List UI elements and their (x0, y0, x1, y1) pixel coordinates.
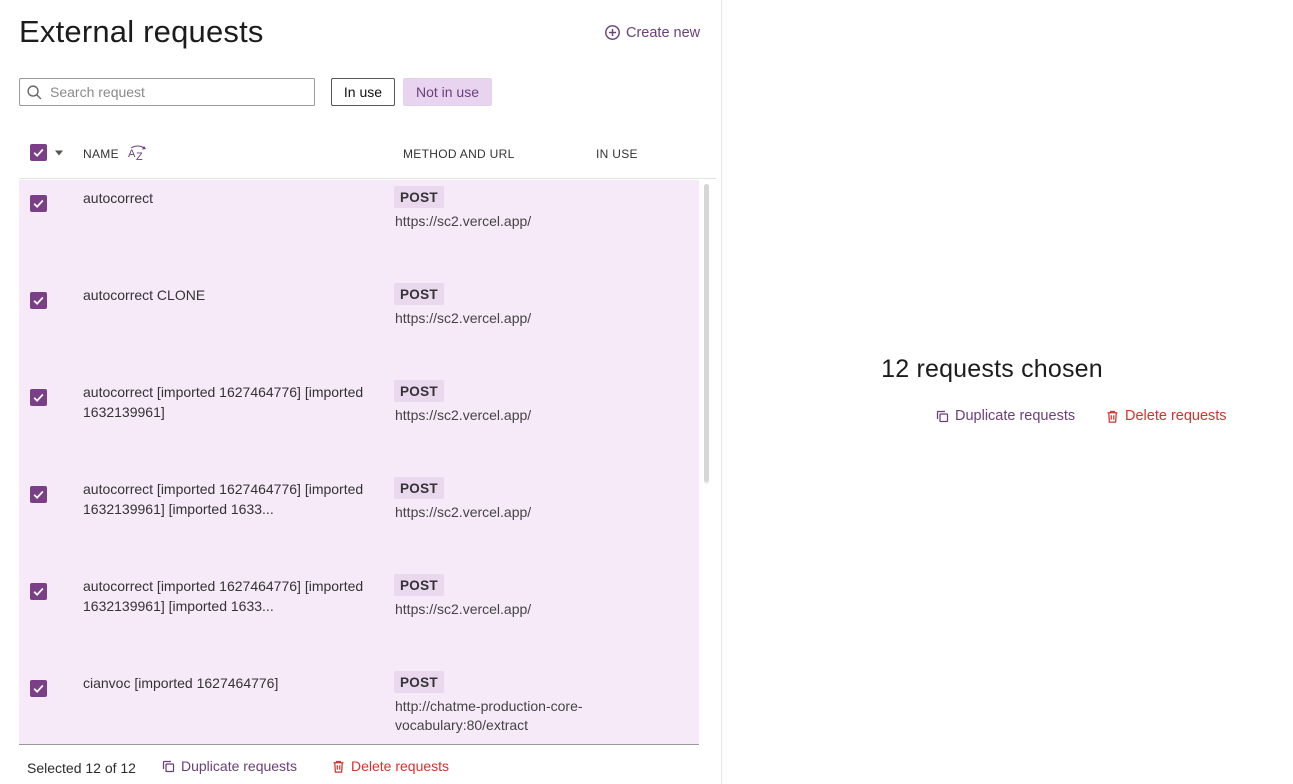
row-checkbox[interactable] (30, 680, 47, 697)
caret-down-icon[interactable] (54, 149, 64, 157)
table-row[interactable]: autocorrect POST https://sc2.vercel.app/ (19, 180, 699, 277)
create-new-label: Create new (626, 24, 701, 41)
delete-requests-button[interactable]: Delete requests (1105, 408, 1227, 424)
requests-list-panel: External requests Create new In use Not … (0, 0, 722, 784)
check-icon (33, 490, 44, 500)
requests-table-body[interactable]: autocorrect POST https://sc2.vercel.app/… (19, 180, 699, 745)
delete-label: Delete requests (351, 758, 450, 774)
request-url: https://sc2.vercel.app/ (395, 213, 532, 229)
column-header-in-use: IN USE (596, 147, 638, 161)
request-name: autocorrect CLONE (83, 287, 206, 303)
request-url: https://sc2.vercel.app/ (395, 310, 532, 326)
method-badge: POST (394, 574, 444, 596)
request-name: autocorrect [imported 1627464776] [impor… (83, 481, 364, 517)
column-header-name[interactable]: NAME (83, 147, 119, 161)
trash-icon (333, 760, 344, 773)
method-badge: POST (394, 380, 444, 402)
row-checkbox[interactable] (30, 195, 47, 212)
search-field[interactable] (19, 78, 315, 106)
request-url: http://chatme-production-core-vocabulary… (395, 698, 583, 733)
request-url: https://sc2.vercel.app/ (395, 601, 532, 617)
filter-in-use-button[interactable]: In use (331, 78, 395, 106)
request-name: cianvoc [imported 1627464776] (83, 675, 279, 691)
table-header: NAME A Z METHOD AND URL IN USE (19, 128, 716, 179)
duplicate-label: Duplicate requests (955, 408, 1076, 424)
request-name: autocorrect [imported 1627464776] [impor… (83, 384, 364, 420)
trash-icon (1107, 410, 1118, 423)
table-scrollbar[interactable] (704, 184, 709, 484)
svg-text:A: A (128, 148, 136, 160)
selection-footer: Selected 12 of 12 Duplicate requests Del… (19, 752, 709, 782)
search-input[interactable] (50, 84, 300, 100)
table-row[interactable]: autocorrect CLONE POST https://sc2.verce… (19, 277, 699, 374)
svg-text:Z: Z (136, 151, 143, 162)
check-icon (33, 296, 44, 306)
check-icon (33, 684, 44, 694)
selected-count: Selected 12 of 12 (27, 760, 136, 776)
chosen-count-text: 12 requests chosen (881, 355, 1103, 383)
table-row[interactable]: autocorrect [imported 1627464776] [impor… (19, 374, 699, 471)
row-checkbox[interactable] (30, 486, 47, 503)
duplicate-icon (162, 760, 175, 772)
sort-az-icon[interactable]: A Z (128, 145, 148, 162)
plus-circle-icon (605, 25, 620, 40)
create-new-button[interactable]: Create new (604, 24, 700, 41)
duplicate-label: Duplicate requests (181, 758, 297, 774)
check-icon (33, 587, 44, 597)
delete-label: Delete requests (1125, 408, 1227, 424)
method-badge: POST (394, 283, 444, 305)
request-url: https://sc2.vercel.app/ (395, 407, 532, 423)
request-name: autocorrect (83, 190, 154, 206)
check-icon (33, 199, 44, 209)
search-icon (27, 84, 42, 99)
footer-delete-button[interactable]: Delete requests (331, 758, 449, 774)
table-row[interactable]: autocorrect [imported 1627464776] [impor… (19, 471, 699, 568)
request-name: autocorrect [imported 1627464776] [impor… (83, 578, 364, 614)
row-checkbox[interactable] (30, 292, 47, 309)
request-url: https://sc2.vercel.app/ (395, 504, 532, 520)
method-badge: POST (394, 477, 444, 499)
select-all-checkbox[interactable] (30, 144, 47, 161)
method-badge: POST (394, 671, 444, 693)
check-icon (33, 393, 44, 403)
row-checkbox[interactable] (30, 389, 47, 406)
chosen-count-title: 12 requests chosen (723, 355, 1293, 384)
duplicate-icon (936, 410, 949, 422)
duplicate-requests-button[interactable]: Duplicate requests (935, 408, 1075, 424)
page-title: External requests (19, 14, 264, 49)
check-icon (33, 148, 44, 158)
filter-not-in-use-button[interactable]: Not in use (403, 78, 492, 106)
table-row[interactable]: autocorrect [imported 1627464776] [impor… (19, 568, 699, 665)
row-checkbox[interactable] (30, 583, 47, 600)
method-badge: POST (394, 186, 444, 208)
selection-summary-panel: 12 requests chosen Duplicate requests De… (723, 0, 1293, 784)
table-row[interactable]: cianvoc [imported 1627464776] POST http:… (19, 665, 699, 744)
scrollbar-thumb[interactable] (704, 184, 709, 482)
column-header-method-url: METHOD AND URL (403, 147, 515, 161)
footer-duplicate-button[interactable]: Duplicate requests (161, 758, 297, 774)
